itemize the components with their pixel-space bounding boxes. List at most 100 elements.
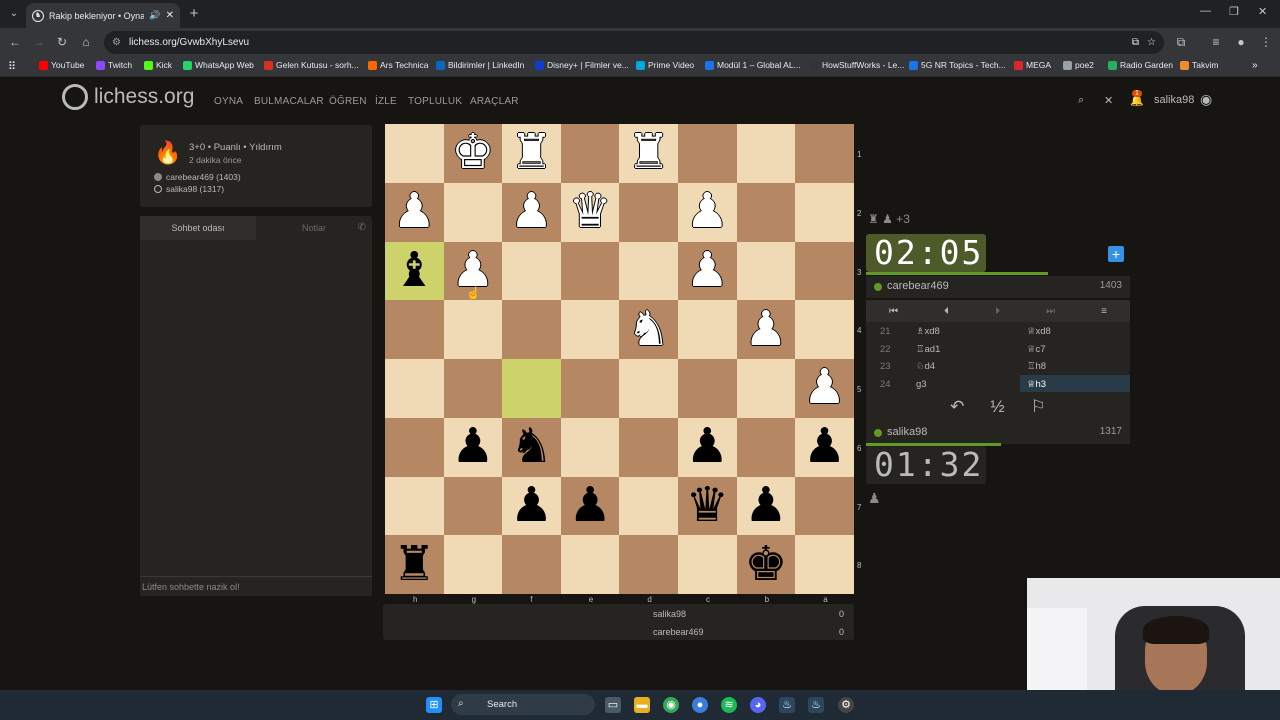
white-king-icon[interactable]: ♚ <box>451 129 494 177</box>
white-pawn-icon[interactable]: ♟ <box>510 188 553 236</box>
board-square[interactable] <box>443 535 503 594</box>
board-square[interactable] <box>619 476 678 536</box>
board-square[interactable] <box>502 300 561 359</box>
white-pawn-icon[interactable]: ♟ <box>393 188 436 236</box>
white-queen-icon[interactable]: ♛ <box>569 188 612 236</box>
board-square[interactable] <box>619 359 678 418</box>
browser-tab-active[interactable]: ♞ Rakip bekleniyor • Oyna ca 🔊 ✕ <box>26 3 180 28</box>
board-square[interactable]: ♟ <box>385 182 444 242</box>
board-square[interactable]: ♚ <box>443 124 503 183</box>
address-bar[interactable]: ⚙ lichess.org/GvwbXhyLsevu ⧉ ☆ <box>104 31 1164 54</box>
board-square[interactable] <box>795 300 854 359</box>
white-move[interactable]: ♗xd8 <box>916 326 940 337</box>
user-avatar-icon[interactable]: ◉ <box>1200 91 1212 108</box>
tab-audio-icon[interactable]: 🔊 <box>149 10 160 21</box>
board-square[interactable]: ♚ <box>736 535 796 594</box>
steam-icon[interactable]: ♨ <box>779 697 795 713</box>
start-menu-icon[interactable]: ⊞ <box>426 697 442 713</box>
board-square[interactable] <box>736 124 796 183</box>
tab-close-icon[interactable]: ✕ <box>166 10 174 21</box>
bookmark-item[interactable]: 5G NR Topics - Tech... <box>909 60 1006 70</box>
board-square[interactable]: ♛ <box>560 182 620 242</box>
white-rook-icon[interactable]: ♜ <box>510 129 553 177</box>
board-square[interactable]: ♟ <box>795 359 854 418</box>
board-square[interactable]: ♟ <box>502 476 561 536</box>
profile-avatar-icon[interactable]: ● <box>1233 34 1249 50</box>
reload-icon[interactable]: ↻ <box>54 34 70 50</box>
site-info-icon[interactable]: ⚙ <box>112 37 121 48</box>
black-king-icon[interactable]: ♚ <box>744 540 787 589</box>
white-knight-icon[interactable]: ♞ <box>627 305 670 354</box>
board-square[interactable]: ♟ <box>736 300 796 359</box>
white-pawn-icon[interactable]: ♟ <box>686 246 729 295</box>
bookmark-item[interactable]: Disney+ | Filmler ve... <box>535 60 629 70</box>
next-move-icon[interactable]: ⏵ <box>995 306 1000 317</box>
close-game-icon[interactable]: ✕ <box>1104 94 1113 107</box>
tab-chat-room[interactable]: Sohbet odası <box>140 216 256 240</box>
home-icon[interactable]: ⌂ <box>78 34 94 50</box>
board-square[interactable] <box>385 300 444 359</box>
board-square[interactable] <box>619 535 678 594</box>
black-pawn-icon[interactable]: ♟ <box>686 423 729 471</box>
board-square[interactable]: ♟ <box>795 417 854 477</box>
white-rook-icon[interactable]: ♜ <box>627 129 670 177</box>
bookmark-item[interactable]: Twitch <box>96 60 132 70</box>
tab-search-icon[interactable]: ⌄ <box>6 6 22 22</box>
task-view-icon[interactable]: ▭ <box>605 697 621 713</box>
white-move[interactable]: g3 <box>916 379 927 390</box>
board-square[interactable]: ♟ <box>677 241 737 301</box>
board-square[interactable] <box>677 300 737 359</box>
board-square[interactable] <box>795 124 854 183</box>
resign-flag-icon[interactable]: ⚐ <box>1031 397 1046 417</box>
board-square[interactable]: ♟ <box>502 182 561 242</box>
board-square[interactable] <box>736 241 796 301</box>
offer-draw-icon[interactable]: ½ <box>990 397 1004 417</box>
board-square[interactable] <box>502 359 561 418</box>
bookmark-item[interactable]: Takvim <box>1180 60 1218 70</box>
chat-input[interactable]: Lütfen sohbette nazik ol! <box>140 576 372 596</box>
black-move[interactable]: ♕c7 <box>1020 340 1130 358</box>
black-pawn-icon[interactable]: ♟ <box>569 481 612 530</box>
white-move[interactable]: ♘d4 <box>916 361 935 372</box>
black-rook-icon[interactable]: ♜ <box>393 540 436 589</box>
board-square[interactable] <box>619 241 678 301</box>
last-move-icon[interactable]: ⏭ <box>1046 306 1055 317</box>
black-pawn-icon[interactable]: ♟ <box>451 423 494 471</box>
board-square[interactable] <box>736 359 796 418</box>
bookmark-item[interactable]: Kick <box>144 60 172 70</box>
board-square[interactable] <box>795 476 854 536</box>
chess-board[interactable]: ♚ ♜ ♜ ♟ ♟ ♛ ♟ ♝ ♟ ♟ ♞ ♟ ♟ ♟ ♞ ♟ ♟ ♟ ♟ ♛ ♟ ♜ ♚ <box>385 124 854 594</box>
white-pawn-icon[interactable]: ♟ <box>744 305 787 354</box>
user-menu[interactable]: salika98 <box>1154 94 1194 106</box>
board-square[interactable]: ♟ <box>736 476 796 536</box>
board-square[interactable] <box>385 476 444 536</box>
player-white-entry[interactable]: salika98 (1317) <box>154 184 224 194</box>
black-move[interactable]: ♕h3 <box>1020 374 1130 392</box>
menu-community[interactable]: TOPLULUK <box>408 96 462 107</box>
board-square[interactable] <box>385 359 444 418</box>
app-gear-icon[interactable]: ⚙ <box>838 697 854 713</box>
menu-tools[interactable]: ARAÇLAR <box>470 96 519 107</box>
bookmark-item[interactable]: YouTube <box>39 60 84 70</box>
opponent-player-row[interactable]: carebear469 1403 <box>866 276 1130 298</box>
steam-alt-icon[interactable]: ♨ <box>808 697 824 713</box>
black-pawn-icon[interactable]: ♟ <box>744 481 787 530</box>
my-player-row[interactable]: salika98 1317 <box>866 422 1130 444</box>
close-window-icon[interactable]: ✕ <box>1258 5 1267 18</box>
taskbar-search[interactable]: Search <box>451 694 595 715</box>
board-square[interactable]: ♝ <box>385 241 444 301</box>
board-square[interactable] <box>619 182 678 242</box>
maximize-icon[interactable]: ❐ <box>1229 5 1239 18</box>
forward-icon[interactable]: → <box>31 34 47 50</box>
tab-notes[interactable]: Notlar <box>256 216 372 240</box>
bookmark-item[interactable]: poe2 <box>1063 60 1094 70</box>
install-app-icon[interactable]: ⧉ <box>1132 37 1139 48</box>
board-square[interactable]: ♜ <box>502 124 561 183</box>
board-square[interactable] <box>736 417 796 477</box>
board-square[interactable] <box>502 241 561 301</box>
extensions-icon[interactable]: ⧉ <box>1173 34 1189 50</box>
black-pawn-icon[interactable]: ♟ <box>510 481 553 530</box>
board-square[interactable] <box>560 535 620 594</box>
bookmark-star-icon[interactable]: ☆ <box>1147 37 1156 48</box>
add-time-button[interactable]: + <box>1108 246 1124 262</box>
